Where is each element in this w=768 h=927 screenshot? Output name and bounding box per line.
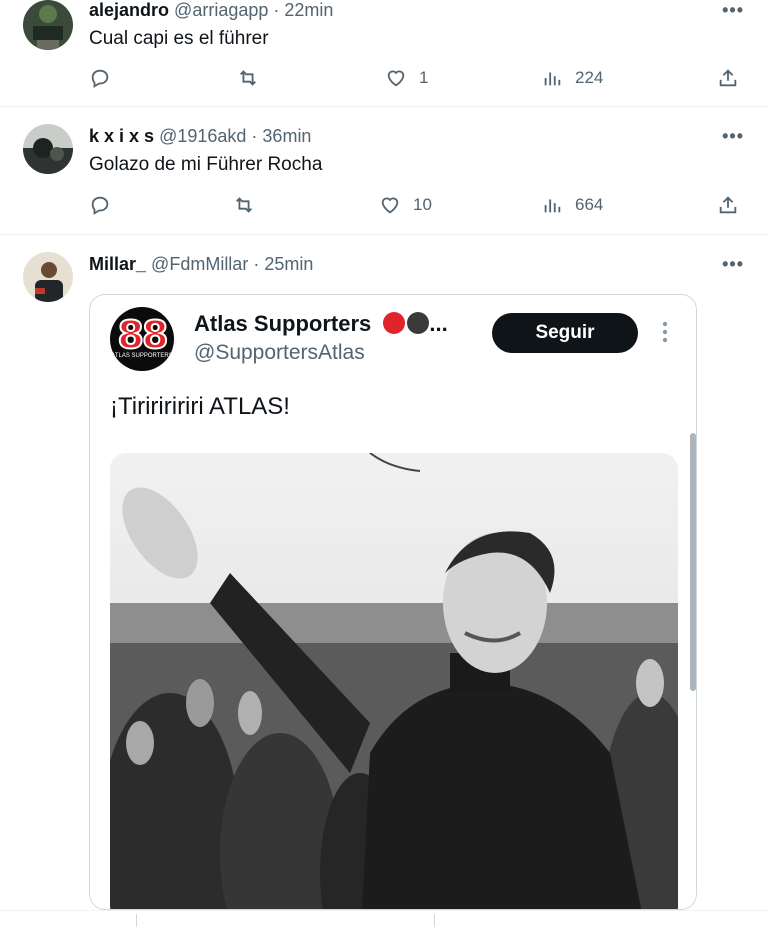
timestamp[interactable]: 36min [262, 126, 311, 146]
display-name[interactable]: k x i x s [89, 126, 154, 146]
views-count: 664 [575, 195, 604, 214]
tweet-header: Millar_ @FdmMillar · 25min [89, 254, 313, 275]
share-icon [719, 69, 737, 87]
embed-user-handle[interactable]: @SupportersAtlas [194, 341, 365, 365]
tweet-text: Golazo de mi Führer Rocha [89, 154, 323, 175]
heart-icon [387, 70, 405, 87]
separator: · [248, 254, 265, 274]
like-count: 1 [419, 68, 429, 87]
divider-tick [136, 914, 137, 927]
tweet-header: k x i x s @1916akd · 36min [89, 126, 311, 147]
logo-number: 88 [117, 312, 170, 358]
timestamp[interactable]: 22min [284, 0, 333, 20]
tweet-1[interactable]: alejandro @arriagapp · 22min ••• Cual ca… [0, 0, 768, 107]
user-handle[interactable]: @arriagapp [174, 0, 268, 20]
like-button[interactable]: 1 [385, 67, 428, 89]
user-handle[interactable]: @1916akd [159, 126, 246, 146]
share-button[interactable] [717, 67, 739, 89]
post-photo[interactable] [110, 453, 678, 909]
share-icon [719, 196, 737, 214]
views-button[interactable]: 224 [541, 67, 603, 89]
user-handle[interactable]: @FdmMillar [151, 254, 248, 274]
logo-subtext: ATLAS SUPPORTERS [111, 353, 173, 359]
heart-icon [381, 197, 399, 214]
retweet-icon [236, 197, 252, 213]
tweet-actions: 1 224 [89, 67, 749, 93]
reply-icon [91, 196, 109, 215]
avatar[interactable] [23, 0, 73, 50]
retweet-icon [240, 70, 256, 86]
views-icon [544, 72, 561, 86]
scrollbar[interactable] [690, 433, 696, 691]
follow-button[interactable]: Seguir [492, 313, 638, 353]
tweet-text: Cual capi es el führer [89, 28, 269, 49]
views-icon [544, 199, 561, 213]
divider-tick [434, 914, 435, 927]
like-button[interactable]: 10 [379, 194, 432, 216]
views-count: 224 [575, 68, 604, 87]
black-circle-icon [407, 312, 430, 334]
tweet-header: alejandro @arriagapp · 22min [89, 0, 333, 21]
more-icon[interactable]: ••• [722, 126, 744, 147]
retweet-button[interactable] [237, 67, 259, 89]
like-count: 10 [413, 195, 432, 214]
avatar[interactable] [23, 252, 73, 302]
name-ellipsis: ... [429, 311, 448, 336]
tweet-actions: 10 664 [89, 194, 749, 220]
display-name[interactable]: Millar_ [89, 254, 146, 274]
reply-button[interactable] [89, 67, 111, 89]
divider [0, 910, 768, 911]
tweet-2[interactable]: k x i x s @1916akd · 36min ••• Golazo de… [0, 108, 768, 235]
embedded-post-card[interactable]: 88 ATLAS SUPPORTERS Atlas Supporters ...… [89, 294, 697, 910]
reply-icon [91, 69, 109, 88]
kebab-menu-icon[interactable] [662, 321, 668, 343]
retweet-button[interactable] [233, 194, 255, 216]
avatar[interactable] [23, 124, 73, 174]
display-name[interactable]: alejandro [89, 0, 169, 20]
separator: · [268, 0, 285, 20]
more-icon[interactable]: ••• [722, 254, 744, 275]
embed-display-name[interactable]: Atlas Supporters ... [194, 311, 448, 337]
more-icon[interactable]: ••• [722, 0, 744, 21]
share-button[interactable] [717, 194, 739, 216]
red-circle-icon [383, 312, 406, 334]
embed-post-text: ¡Tiririririri ATLAS! [110, 393, 290, 420]
views-button[interactable]: 664 [541, 194, 603, 216]
timestamp[interactable]: 25min [264, 254, 313, 274]
reply-button[interactable] [89, 194, 111, 216]
separator: · [246, 126, 263, 146]
embed-name-text: Atlas Supporters [194, 311, 372, 336]
atlas-logo[interactable]: 88 ATLAS SUPPORTERS [110, 307, 174, 371]
